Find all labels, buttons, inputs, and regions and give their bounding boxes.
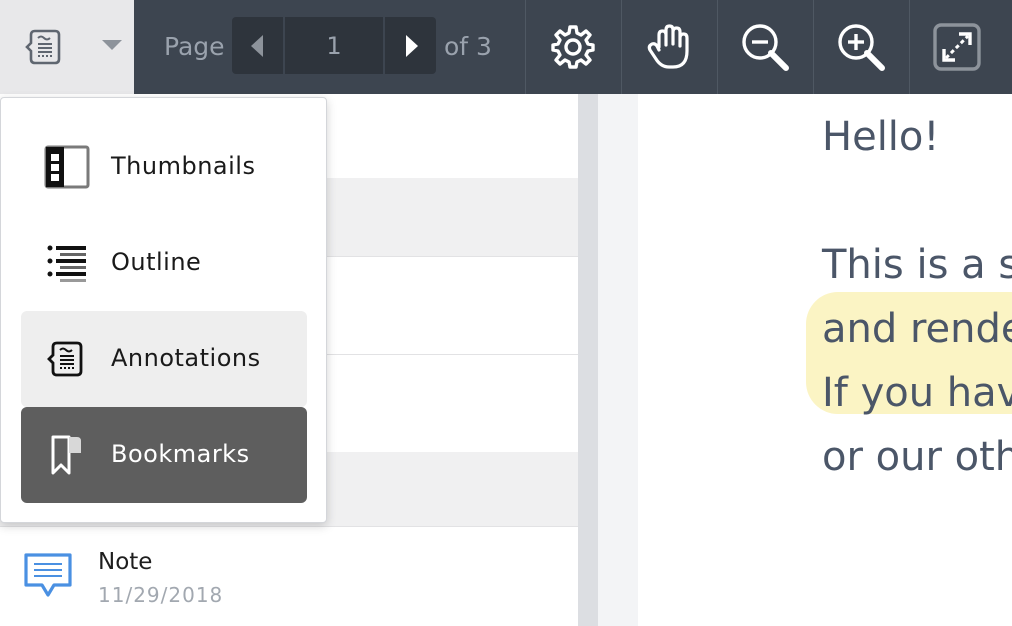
- viewer-gutter: [598, 94, 638, 626]
- settings-icon: [551, 25, 595, 69]
- prev-page-button[interactable]: [232, 17, 285, 74]
- menu-item-annotations[interactable]: Annotations: [21, 311, 307, 407]
- settings-button[interactable]: [525, 0, 620, 94]
- thumbnails-icon: [43, 143, 91, 191]
- panel-dropdown-caret[interactable]: [100, 38, 124, 54]
- chevron-down-icon: [102, 40, 122, 50]
- panel-selector-menu: Thumbnails Outline Annotations Bookmarks: [0, 97, 327, 523]
- toolbar: Page 1 of 3: [0, 0, 1012, 94]
- zoom-in-button[interactable]: [813, 0, 908, 94]
- zoom-in-icon: [838, 24, 885, 71]
- document-heading: Hello!: [822, 114, 940, 160]
- menu-item-outline[interactable]: Outline: [21, 215, 307, 311]
- menu-item-label: Thumbnails: [111, 152, 256, 180]
- document-text-line: If you hav: [822, 370, 1012, 416]
- menu-item-label: Outline: [111, 248, 202, 276]
- menu-item-bookmarks[interactable]: Bookmarks: [21, 407, 307, 503]
- annotation-list-item[interactable]: Note 11/29/2018: [0, 526, 578, 626]
- annotations-icon: [43, 335, 91, 383]
- bookmark-icon: [43, 431, 91, 479]
- page-count-label: of 3: [444, 32, 492, 61]
- fullscreen-icon: [933, 23, 981, 71]
- annotation-date: 11/29/2018: [98, 583, 224, 607]
- pan-tool-button[interactable]: [621, 0, 716, 94]
- pan-hand-icon: [647, 24, 689, 69]
- chevron-right-icon: [405, 34, 418, 57]
- zoom-out-icon: [742, 24, 789, 71]
- menu-item-thumbnails[interactable]: Thumbnails: [21, 119, 307, 215]
- page-label: Page: [164, 32, 225, 61]
- panel-toggle-area: [0, 0, 134, 94]
- toolbar-main: Page 1 of 3: [134, 0, 1012, 94]
- outline-icon: [43, 239, 91, 287]
- annotation-title: Note: [98, 549, 153, 575]
- zoom-out-button[interactable]: [717, 0, 812, 94]
- next-page-button[interactable]: [383, 17, 436, 74]
- chevron-left-icon: [250, 34, 263, 57]
- menu-item-label: Bookmarks: [111, 440, 250, 468]
- panel-toggle-button[interactable]: [20, 24, 70, 70]
- page-number-input[interactable]: 1: [285, 17, 383, 74]
- document-text-line: or our oth: [822, 434, 1012, 480]
- annotations-icon: [25, 29, 61, 65]
- document-text-line: and rende: [822, 306, 1012, 352]
- document-page: Hello! This is a s and rende If you hav …: [638, 94, 1012, 626]
- comment-icon: [24, 553, 72, 597]
- document-text-line: This is a s: [822, 242, 1012, 288]
- fullscreen-button[interactable]: [909, 0, 1004, 94]
- menu-item-label: Annotations: [111, 344, 261, 372]
- panel-splitter[interactable]: [578, 94, 598, 626]
- page-navigator: 1: [232, 17, 436, 74]
